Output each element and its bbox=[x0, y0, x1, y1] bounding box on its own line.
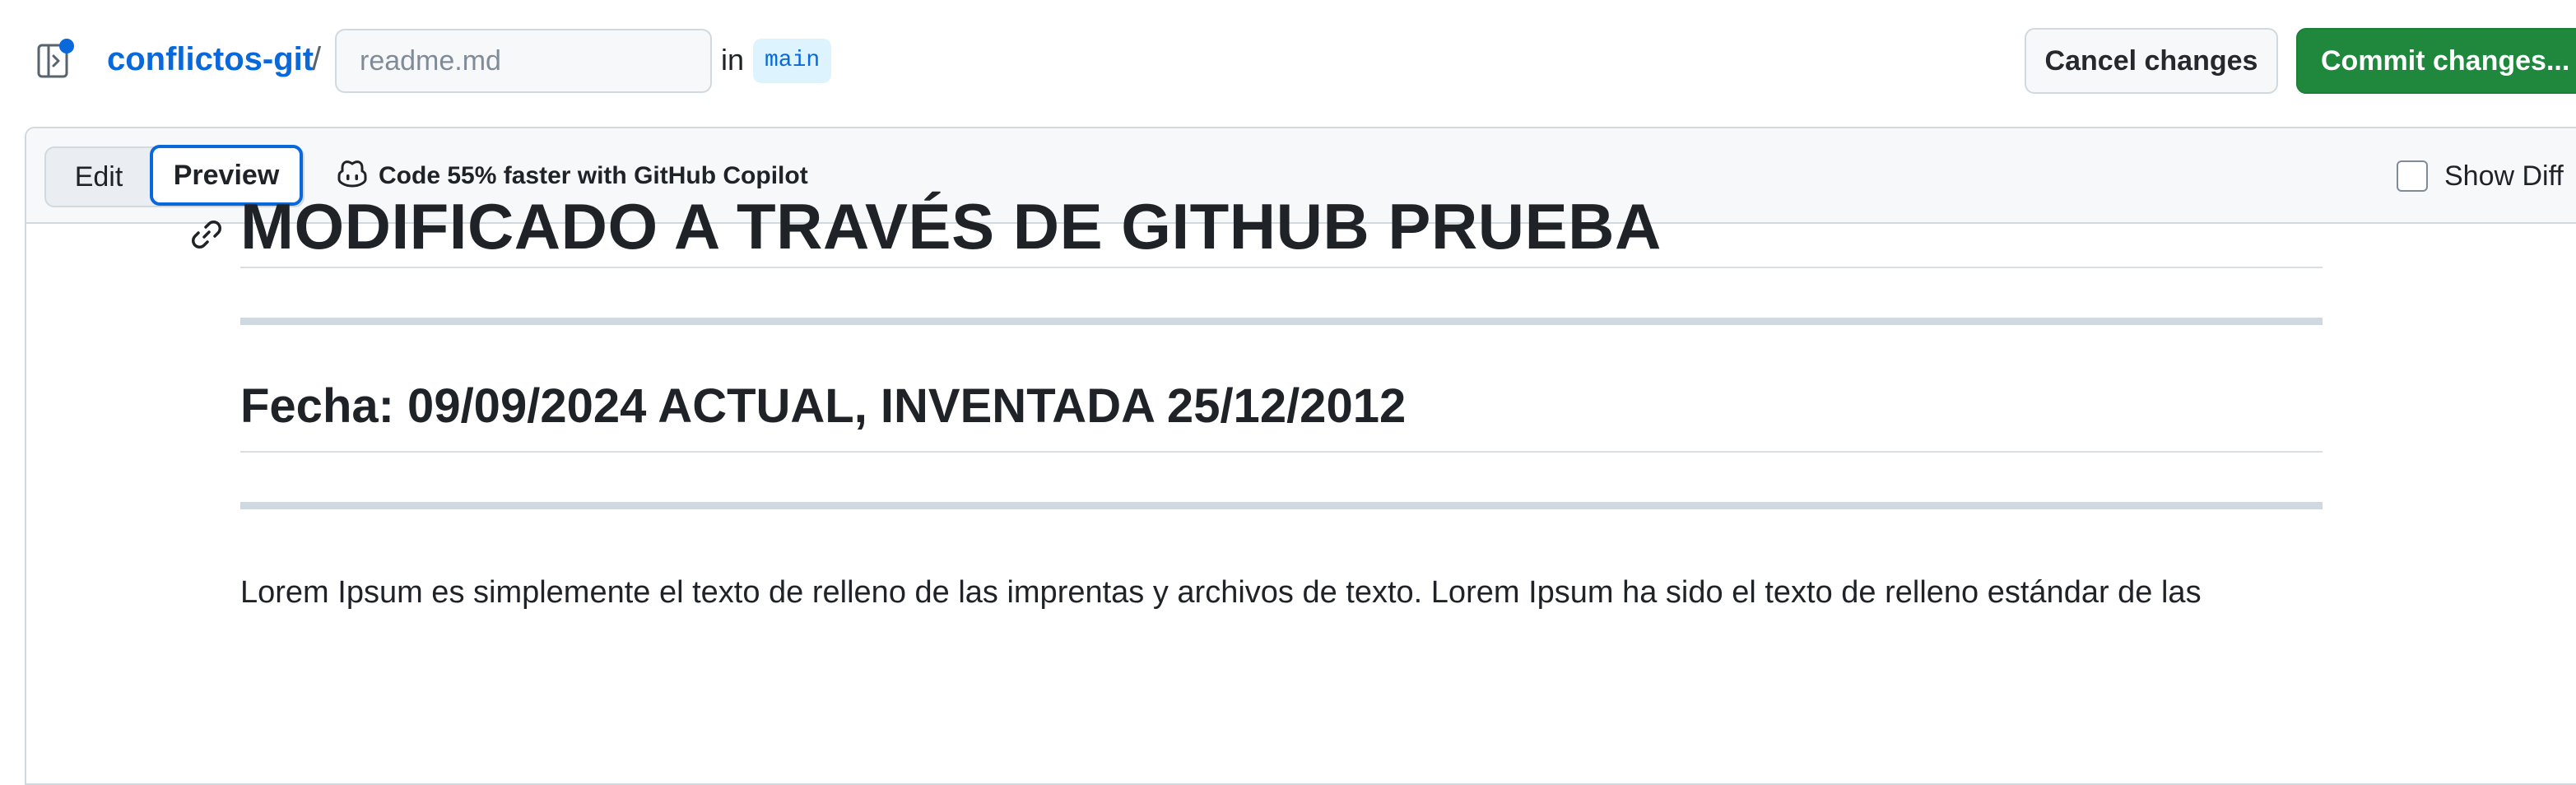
commit-changes-button[interactable]: Commit changes... bbox=[2296, 28, 2576, 94]
sidebar-expand-icon[interactable] bbox=[36, 38, 74, 81]
show-diff-checkbox[interactable] bbox=[2397, 160, 2428, 192]
branch-badge: main bbox=[753, 39, 832, 83]
heading-underline bbox=[240, 267, 2323, 268]
preview-heading-1: MODIFICADO A TRAVÉS DE GITHUB PRUEBA bbox=[240, 190, 1662, 262]
horizontal-rule bbox=[240, 502, 2323, 509]
heading-underline bbox=[240, 451, 2323, 453]
horizontal-rule bbox=[240, 318, 2323, 325]
link-icon[interactable] bbox=[189, 217, 224, 252]
path-separator: / bbox=[312, 41, 322, 77]
copilot-promo-label: Code 55% faster with GitHub Copilot bbox=[379, 162, 808, 189]
preview-heading-2: Fecha: 09/09/2024 ACTUAL, INVENTADA 25/1… bbox=[240, 379, 1407, 433]
preview-paragraph: Lorem Ipsum es simplemente el texto de r… bbox=[240, 575, 2202, 610]
file-editor-header: conflictos-git / in main Cancel changes … bbox=[0, 0, 2576, 123]
cancel-changes-button[interactable]: Cancel changes bbox=[2025, 28, 2278, 94]
show-diff-label: Show Diff bbox=[2444, 160, 2564, 192]
in-label: in bbox=[721, 43, 745, 77]
show-diff-toggle[interactable]: Show Diff bbox=[2397, 158, 2564, 194]
tab-edit[interactable]: Edit bbox=[46, 148, 151, 206]
filename-input[interactable] bbox=[335, 29, 712, 93]
repo-name-link[interactable]: conflictos-git bbox=[107, 41, 314, 78]
